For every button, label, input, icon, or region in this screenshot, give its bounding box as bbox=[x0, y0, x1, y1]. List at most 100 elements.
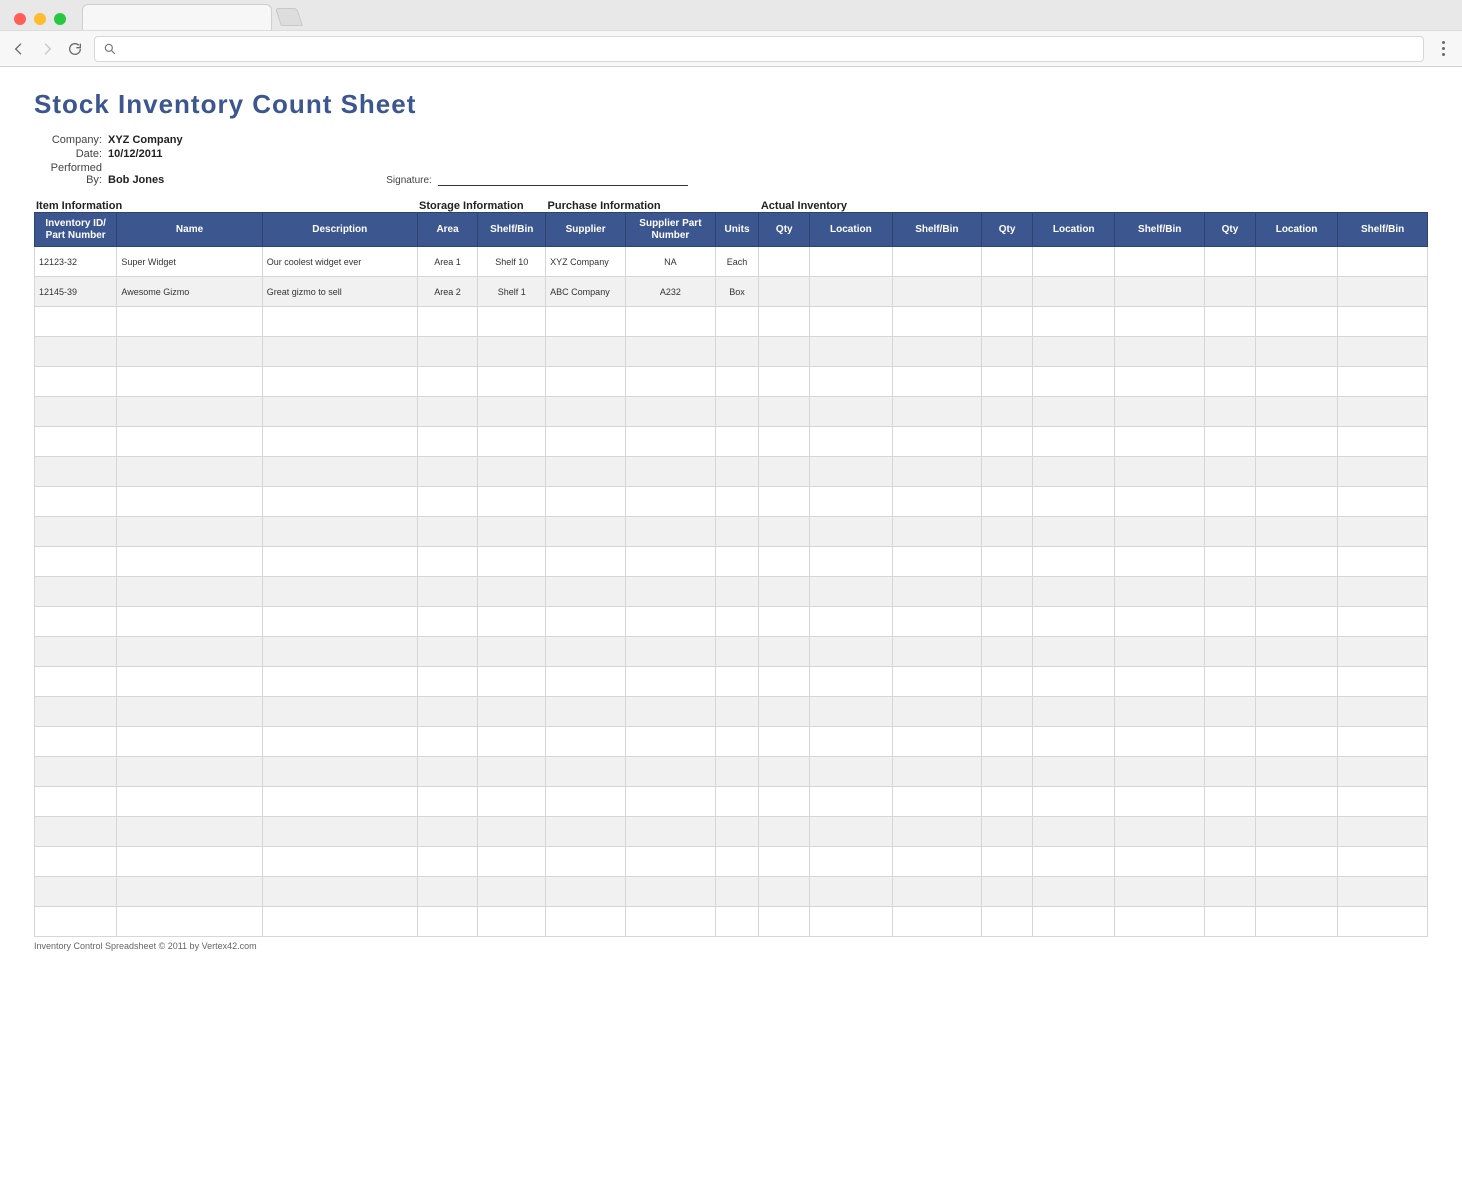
table-cell[interactable] bbox=[759, 637, 810, 667]
table-cell[interactable] bbox=[546, 457, 626, 487]
table-cell[interactable] bbox=[1205, 247, 1256, 277]
table-cell[interactable] bbox=[1205, 817, 1256, 847]
table-cell[interactable] bbox=[982, 637, 1033, 667]
table-cell[interactable] bbox=[982, 517, 1033, 547]
table-cell[interactable] bbox=[1205, 757, 1256, 787]
table-cell[interactable] bbox=[1205, 277, 1256, 307]
table-cell[interactable] bbox=[262, 847, 417, 877]
table-cell[interactable] bbox=[117, 817, 262, 847]
table-cell[interactable] bbox=[546, 307, 626, 337]
table-cell[interactable] bbox=[892, 607, 982, 637]
table-cell[interactable] bbox=[982, 847, 1033, 877]
table-cell[interactable] bbox=[1338, 367, 1428, 397]
table-cell[interactable] bbox=[35, 697, 117, 727]
table-cell[interactable] bbox=[810, 697, 892, 727]
table-cell[interactable] bbox=[262, 787, 417, 817]
table-cell[interactable] bbox=[1338, 817, 1428, 847]
table-cell[interactable] bbox=[478, 757, 546, 787]
table-cell[interactable] bbox=[759, 457, 810, 487]
table-cell[interactable] bbox=[1255, 367, 1337, 397]
table-cell[interactable] bbox=[715, 607, 759, 637]
table-cell[interactable] bbox=[1033, 727, 1115, 757]
close-window-button[interactable] bbox=[14, 13, 26, 25]
table-cell[interactable] bbox=[982, 277, 1033, 307]
browser-menu-button[interactable] bbox=[1434, 40, 1452, 58]
table-cell[interactable] bbox=[715, 697, 759, 727]
table-cell[interactable] bbox=[759, 697, 810, 727]
table-cell[interactable] bbox=[417, 637, 478, 667]
table-cell[interactable] bbox=[982, 367, 1033, 397]
table-cell[interactable] bbox=[982, 427, 1033, 457]
table-cell[interactable] bbox=[35, 337, 117, 367]
table-cell[interactable] bbox=[715, 547, 759, 577]
table-cell[interactable] bbox=[1205, 697, 1256, 727]
table-cell[interactable] bbox=[1033, 277, 1115, 307]
table-cell[interactable] bbox=[117, 907, 262, 937]
table-cell[interactable] bbox=[1033, 457, 1115, 487]
table-cell[interactable] bbox=[1205, 517, 1256, 547]
table-cell[interactable] bbox=[759, 337, 810, 367]
table-cell[interactable] bbox=[1115, 817, 1205, 847]
table-cell[interactable] bbox=[1115, 397, 1205, 427]
table-cell[interactable] bbox=[478, 637, 546, 667]
table-cell[interactable] bbox=[626, 607, 716, 637]
table-cell[interactable] bbox=[810, 577, 892, 607]
table-cell[interactable] bbox=[478, 817, 546, 847]
table-cell[interactable] bbox=[1255, 427, 1337, 457]
table-cell[interactable] bbox=[35, 667, 117, 697]
table-cell[interactable] bbox=[892, 247, 982, 277]
table-cell[interactable] bbox=[1338, 637, 1428, 667]
table-cell[interactable] bbox=[892, 307, 982, 337]
table-cell[interactable] bbox=[262, 307, 417, 337]
table-cell[interactable] bbox=[892, 757, 982, 787]
table-cell[interactable] bbox=[1115, 457, 1205, 487]
table-cell[interactable] bbox=[262, 697, 417, 727]
table-cell[interactable] bbox=[759, 667, 810, 697]
table-cell[interactable] bbox=[810, 607, 892, 637]
table-cell[interactable] bbox=[117, 727, 262, 757]
table-cell[interactable] bbox=[478, 547, 546, 577]
table-cell[interactable] bbox=[715, 877, 759, 907]
table-cell[interactable] bbox=[982, 397, 1033, 427]
table-cell[interactable] bbox=[1033, 757, 1115, 787]
table-cell[interactable] bbox=[1255, 667, 1337, 697]
table-cell[interactable] bbox=[626, 877, 716, 907]
table-cell[interactable] bbox=[1255, 787, 1337, 817]
table-cell[interactable] bbox=[546, 907, 626, 937]
table-cell[interactable] bbox=[417, 697, 478, 727]
table-cell[interactable] bbox=[417, 667, 478, 697]
table-cell[interactable] bbox=[1033, 877, 1115, 907]
table-cell[interactable] bbox=[715, 727, 759, 757]
table-cell[interactable] bbox=[1033, 247, 1115, 277]
table-cell[interactable] bbox=[478, 607, 546, 637]
table-cell[interactable] bbox=[892, 367, 982, 397]
table-cell[interactable] bbox=[1033, 307, 1115, 337]
table-cell[interactable] bbox=[1255, 577, 1337, 607]
table-cell[interactable] bbox=[892, 517, 982, 547]
table-cell[interactable] bbox=[759, 877, 810, 907]
table-cell[interactable] bbox=[715, 487, 759, 517]
table-cell[interactable] bbox=[759, 307, 810, 337]
table-cell[interactable] bbox=[810, 907, 892, 937]
table-cell[interactable] bbox=[982, 607, 1033, 637]
table-cell[interactable] bbox=[478, 667, 546, 697]
table-cell[interactable] bbox=[546, 637, 626, 667]
table-cell[interactable] bbox=[1115, 337, 1205, 367]
table-cell[interactable] bbox=[982, 817, 1033, 847]
table-cell[interactable] bbox=[1033, 847, 1115, 877]
table-cell[interactable] bbox=[546, 667, 626, 697]
table-cell[interactable] bbox=[417, 487, 478, 517]
table-cell[interactable] bbox=[417, 727, 478, 757]
table-cell[interactable] bbox=[892, 697, 982, 727]
table-cell[interactable] bbox=[626, 397, 716, 427]
table-cell[interactable] bbox=[262, 667, 417, 697]
table-cell[interactable] bbox=[417, 367, 478, 397]
table-cell[interactable]: Area 2 bbox=[417, 277, 478, 307]
table-cell[interactable] bbox=[417, 787, 478, 817]
table-cell[interactable] bbox=[892, 787, 982, 817]
table-cell[interactable] bbox=[1205, 667, 1256, 697]
table-cell[interactable] bbox=[117, 457, 262, 487]
table-cell[interactable] bbox=[117, 547, 262, 577]
table-cell[interactable] bbox=[759, 277, 810, 307]
table-cell[interactable] bbox=[117, 787, 262, 817]
